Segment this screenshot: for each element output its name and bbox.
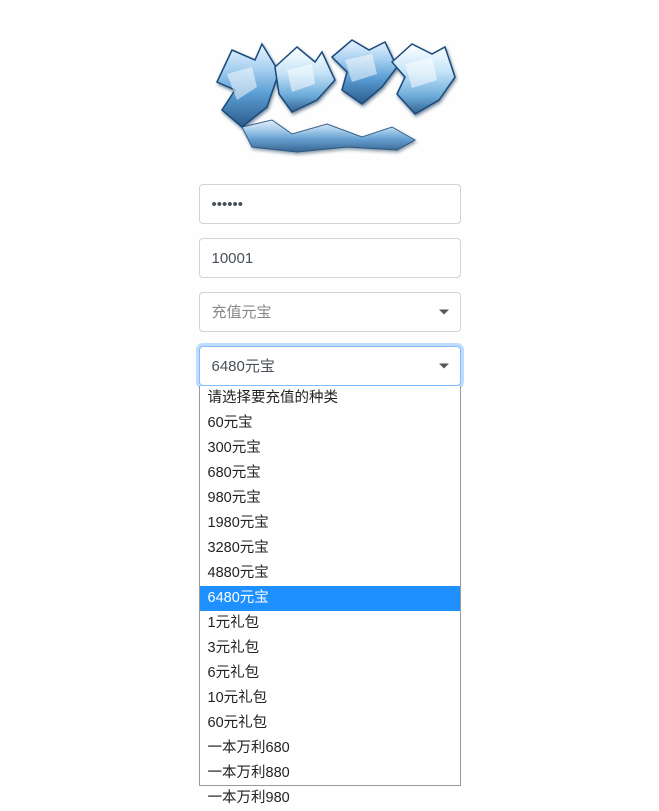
amount-option[interactable]: 4880元宝 (200, 561, 460, 586)
amount-option[interactable]: 3元礼包 (200, 636, 460, 661)
amount-option[interactable]: 1元礼包 (200, 611, 460, 636)
amount-option[interactable]: 3280元宝 (200, 536, 460, 561)
amount-option[interactable]: 一本万利680 (200, 736, 460, 761)
amount-option[interactable]: 一本万利880 (200, 761, 460, 786)
amount-option[interactable]: 300元宝 (200, 436, 460, 461)
amount-option[interactable]: 6元礼包 (200, 661, 460, 686)
amount-option[interactable]: 10元礼包 (200, 686, 460, 711)
amount-option[interactable]: 60元宝 (200, 411, 460, 436)
game-logo (197, 32, 462, 162)
amount-option[interactable]: 1980元宝 (200, 511, 460, 536)
amount-select-group: 6480元宝 请选择要充值的种类60元宝300元宝680元宝980元宝1980元… (199, 346, 461, 386)
recharge-type-group: 充值元宝 (199, 292, 461, 332)
form-container: 充值元宝 6480元宝 请选择要充值的种类60元宝300元宝680元宝980元宝… (0, 0, 659, 400)
amount-option[interactable]: 请选择要充值的种类 (200, 386, 460, 411)
amount-option[interactable]: 6480元宝 (200, 586, 460, 611)
server-id-group (199, 238, 461, 278)
amount-select[interactable]: 6480元宝 (199, 346, 461, 386)
amount-option[interactable]: 一本万利980 (200, 786, 460, 811)
amount-option[interactable]: 60元礼包 (200, 711, 460, 736)
amount-option[interactable]: 680元宝 (200, 461, 460, 486)
recharge-type-select[interactable]: 充值元宝 (199, 292, 461, 332)
amount-option[interactable]: 980元宝 (200, 486, 460, 511)
server-id-input[interactable] (199, 238, 461, 278)
amount-dropdown-list: 请选择要充值的种类60元宝300元宝680元宝980元宝1980元宝3280元宝… (199, 386, 461, 786)
password-group (199, 184, 461, 224)
password-input[interactable] (199, 184, 461, 224)
